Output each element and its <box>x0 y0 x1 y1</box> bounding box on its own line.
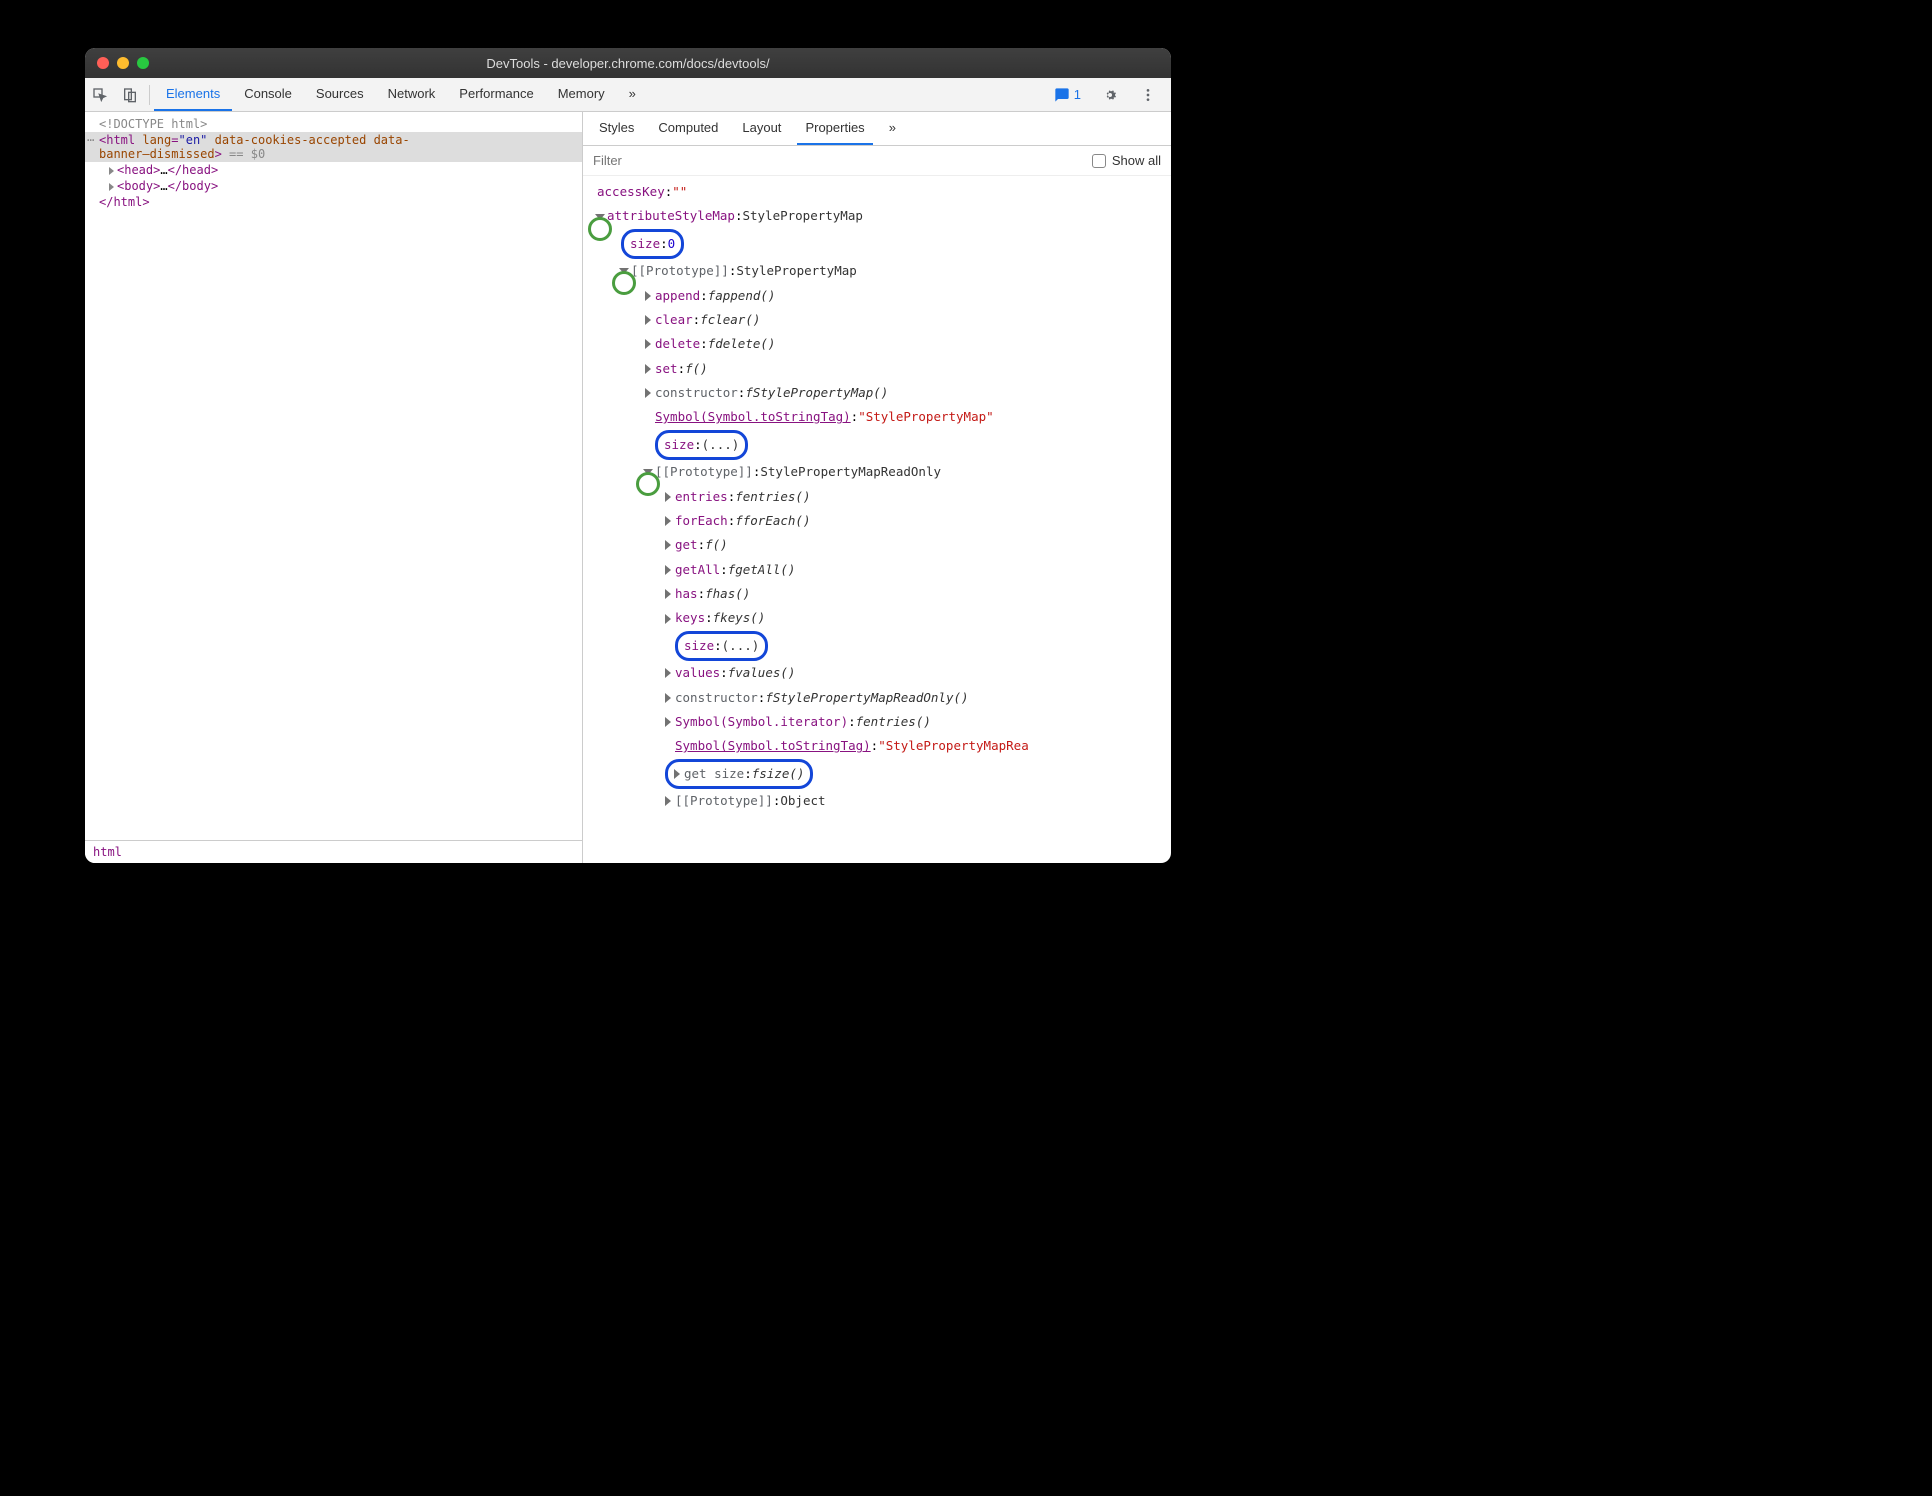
chevron-right-icon[interactable] <box>645 364 651 374</box>
prop-foreach[interactable]: forEach: f forEach() <box>591 509 1163 533</box>
prop-values[interactable]: values: f values() <box>591 661 1163 685</box>
dom-body[interactable]: <body>…</body> <box>85 178 582 194</box>
dom-html-selected[interactable]: <html lang="en" data-cookies-accepted da… <box>85 132 582 162</box>
properties-tree[interactable]: accessKey: "" attributeStyleMap: StylePr… <box>583 176 1171 863</box>
prop-symiter[interactable]: Symbol(Symbol.iterator): f entries() <box>591 710 1163 734</box>
chevron-down-icon[interactable] <box>643 469 653 475</box>
show-all-label: Show all <box>1112 153 1161 168</box>
content: <!DOCTYPE html> <html lang="en" data-coo… <box>85 112 1171 863</box>
tab-console[interactable]: Console <box>232 78 304 111</box>
side-tabs: Styles Computed Layout Properties » <box>583 112 1171 146</box>
toolbar-right: 1 <box>1048 85 1171 105</box>
chevron-right-icon[interactable] <box>665 668 671 678</box>
prop-prototype-1[interactable]: [[Prototype]]: StylePropertyMap <box>591 259 1163 283</box>
checkbox-icon[interactable] <box>1092 154 1106 168</box>
prop-delete[interactable]: delete: f delete() <box>591 332 1163 356</box>
prop-attributestylemap[interactable]: attributeStyleMap: StylePropertyMap <box>591 204 1163 228</box>
tab-computed[interactable]: Computed <box>650 112 726 145</box>
prop-size-ell-2[interactable]: size: (...) <box>591 631 1163 661</box>
prop-symtag-1[interactable]: Symbol(Symbol.toStringTag): "StyleProper… <box>591 405 1163 429</box>
prop-constructor-2[interactable]: constructor: f StylePropertyMapReadOnly(… <box>591 686 1163 710</box>
filter-input[interactable] <box>593 153 1082 168</box>
prop-getall[interactable]: getAll: f getAll() <box>591 558 1163 582</box>
issues-count: 1 <box>1074 87 1081 102</box>
device-toggle-icon[interactable] <box>115 87 145 103</box>
tab-sources[interactable]: Sources <box>304 78 376 111</box>
breadcrumb[interactable]: html <box>85 840 582 863</box>
titlebar[interactable]: DevTools - developer.chrome.com/docs/dev… <box>85 48 1171 78</box>
inspect-icon[interactable] <box>85 87 115 103</box>
prop-has[interactable]: has: f has() <box>591 582 1163 606</box>
chevron-right-icon[interactable] <box>665 492 671 502</box>
tab-properties[interactable]: Properties <box>797 112 872 145</box>
separator <box>149 85 150 105</box>
dom-head[interactable]: <head>…</head> <box>85 162 582 178</box>
prop-set[interactable]: set: f () <box>591 357 1163 381</box>
sidebar-pane: Styles Computed Layout Properties » Show… <box>583 112 1171 863</box>
chevron-right-icon[interactable] <box>665 693 671 703</box>
chevron-right-icon[interactable] <box>665 796 671 806</box>
tab-elements[interactable]: Elements <box>154 78 232 111</box>
chevron-right-icon[interactable] <box>665 540 671 550</box>
window-title: DevTools - developer.chrome.com/docs/dev… <box>85 56 1171 71</box>
chevron-right-icon[interactable] <box>645 315 651 325</box>
prop-size-0[interactable]: size: 0 <box>591 229 1163 259</box>
prop-accesskey[interactable]: accessKey: "" <box>591 180 1163 204</box>
prop-append[interactable]: append: f append() <box>591 284 1163 308</box>
tab-more[interactable]: » <box>617 78 648 111</box>
chevron-right-icon[interactable] <box>645 388 651 398</box>
tab-performance[interactable]: Performance <box>447 78 545 111</box>
show-all-toggle[interactable]: Show all <box>1092 153 1161 168</box>
main-tabs: Elements Console Sources Network Perform… <box>154 78 648 111</box>
tab-network[interactable]: Network <box>376 78 448 111</box>
elements-pane: <!DOCTYPE html> <html lang="en" data-coo… <box>85 112 583 863</box>
prop-keys[interactable]: keys: f keys() <box>591 606 1163 630</box>
expand-icon[interactable] <box>109 167 114 175</box>
gear-icon[interactable] <box>1095 87 1125 103</box>
chevron-down-icon[interactable] <box>595 214 605 220</box>
prop-prototype-3[interactable]: [[Prototype]]: Object <box>591 789 1163 813</box>
chevron-right-icon[interactable] <box>674 769 680 779</box>
prop-clear[interactable]: clear: f clear() <box>591 308 1163 332</box>
chevron-right-icon[interactable] <box>645 291 651 301</box>
kebab-icon[interactable] <box>1133 87 1163 103</box>
prop-entries[interactable]: entries: f entries() <box>591 485 1163 509</box>
chevron-down-icon[interactable] <box>619 268 629 274</box>
filter-bar: Show all <box>583 146 1171 176</box>
chevron-right-icon[interactable] <box>665 589 671 599</box>
chevron-right-icon[interactable] <box>665 565 671 575</box>
chevron-right-icon[interactable] <box>665 516 671 526</box>
prop-symtag-2[interactable]: Symbol(Symbol.toStringTag): "StyleProper… <box>591 734 1163 758</box>
prop-constructor-1[interactable]: constructor: f StylePropertyMap() <box>591 381 1163 405</box>
tab-styles[interactable]: Styles <box>591 112 642 145</box>
issues-badge[interactable]: 1 <box>1048 85 1087 105</box>
expand-icon[interactable] <box>109 183 114 191</box>
chevron-right-icon[interactable] <box>645 339 651 349</box>
tab-more[interactable]: » <box>881 112 904 145</box>
tab-layout[interactable]: Layout <box>734 112 789 145</box>
dom-doctype[interactable]: <!DOCTYPE html> <box>85 116 582 132</box>
prop-size-ell-1[interactable]: size: (...) <box>591 430 1163 460</box>
issue-icon <box>1054 87 1070 103</box>
main-toolbar: Elements Console Sources Network Perform… <box>85 78 1171 112</box>
prop-get-size[interactable]: get size: f size() <box>591 759 1163 789</box>
chevron-right-icon[interactable] <box>665 717 671 727</box>
prop-get[interactable]: get: f () <box>591 533 1163 557</box>
prop-prototype-2[interactable]: [[Prototype]]: StylePropertyMapReadOnly <box>591 460 1163 484</box>
devtools-window: DevTools - developer.chrome.com/docs/dev… <box>85 48 1171 863</box>
dom-html-close[interactable]: </html> <box>85 194 582 210</box>
tab-memory[interactable]: Memory <box>546 78 617 111</box>
dom-tree[interactable]: <!DOCTYPE html> <html lang="en" data-coo… <box>85 112 582 840</box>
chevron-right-icon[interactable] <box>665 614 671 624</box>
